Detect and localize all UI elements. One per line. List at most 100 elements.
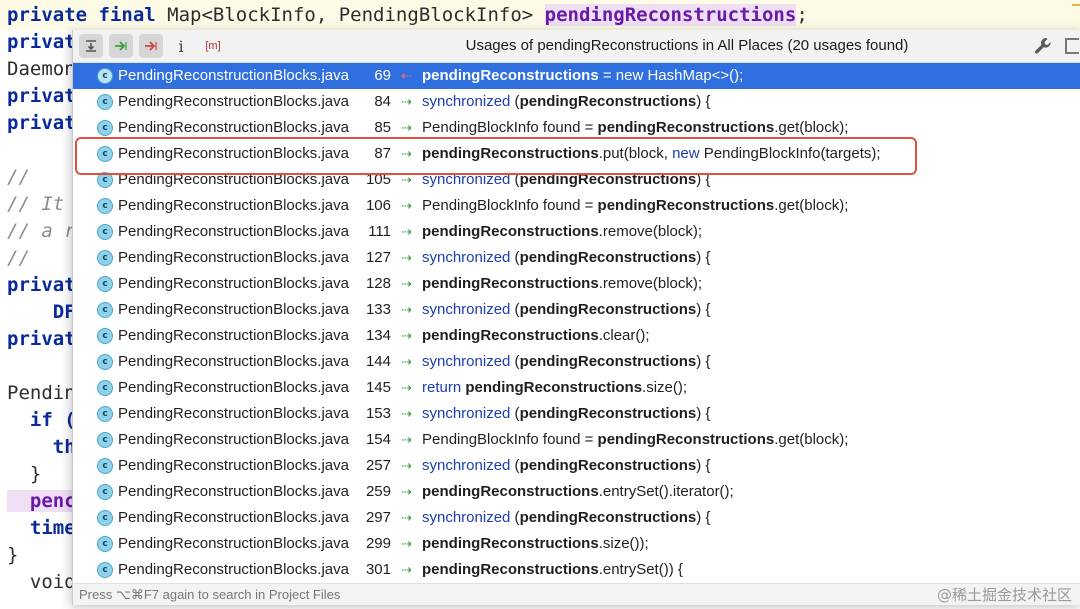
code-line: time [7,515,76,542]
code-token: pendingReconstructions [519,405,697,422]
usage-row[interactable]: c PendingReconstructionBlocks.java 87 ⇢ pend… [73,141,1080,167]
usage-row[interactable]: c PendingReconstructionBlocks.java 259 ⇢ pen… [73,479,1080,505]
code-token: pendingReconstructions [422,327,599,344]
usage-line-number: 301 [365,561,391,578]
code-token: ( [510,301,520,318]
code-token: .get(block); [774,119,849,136]
code-token: Map<BlockInfo, PendingBlockInfo> [167,4,545,26]
code-token: pendingReconstructions [597,119,775,136]
code-token: synchronized [422,457,511,474]
class-icon: c [97,536,113,552]
usage-file-name: PendingReconstructionBlocks.java [118,197,349,214]
usage-file-name: PendingReconstructionBlocks.java [118,561,349,578]
usage-row[interactable]: c PendingReconstructionBlocks.java 145 ⇢ ret… [73,375,1080,401]
code-token: synchronized [422,93,511,110]
code-token: ( [510,93,520,110]
code-token: .remove(block); [598,275,703,292]
usage-code-snippet: pendingReconstructions.entrySet()) { [422,557,683,583]
usage-row[interactable]: c PendingReconstructionBlocks.java 153 ⇢ syn… [73,401,1080,427]
pin-icon[interactable] [1065,38,1079,54]
code-token: ) { [696,457,711,474]
code-token: } [7,544,19,566]
code-token: synchronized [422,405,511,422]
class-icon: c [97,510,113,526]
usage-line-number: 133 [365,301,391,318]
usage-file-name: PendingReconstructionBlocks.java [118,405,349,422]
class-icon: c [97,146,113,162]
popup-title: Usages of pendingReconstructions in All … [465,37,909,54]
class-icon: c [97,224,113,240]
usage-row[interactable]: c PendingReconstructionBlocks.java 144 ⇢ syn… [73,349,1080,375]
code-line: DF [7,299,76,326]
usage-row[interactable]: c PendingReconstructionBlocks.java 299 ⇢ pen… [73,531,1080,557]
usage-file-name: PendingReconstructionBlocks.java [118,301,349,318]
usage-file-name: PendingReconstructionBlocks.java [118,457,349,474]
code-line: if ( [7,407,76,434]
usage-code-snippet: pendingReconstructions.size()); [422,531,649,557]
read-access-icon: ⇢ [401,458,412,473]
read-access-icon: ⇢ [401,120,412,135]
code-token: return [422,379,462,396]
usage-row[interactable]: c PendingReconstructionBlocks.java 154 ⇢ Pen… [73,427,1080,453]
class-icon: c [97,328,113,344]
code-token: ) { [696,353,711,370]
usage-row[interactable]: c PendingReconstructionBlocks.java 111 ⇢ pen… [73,219,1080,245]
read-access-icon: ⇢ [401,432,412,447]
usage-code-snippet: pendingReconstructions.entrySet().iterat… [422,479,734,505]
usage-row[interactable]: c PendingReconstructionBlocks.java 297 ⇢ syn… [73,505,1080,531]
code-token: private final [7,4,168,26]
usage-line-number: 105 [365,171,391,188]
usage-file-name: PendingReconstructionBlocks.java [118,431,349,448]
code-token: ( [510,171,520,188]
usage-code-snippet: synchronized (pendingReconstructions) { [422,167,710,193]
usage-code-snippet: synchronized (pendingReconstructions) { [422,401,710,427]
code-token: pendingReconstructions [519,509,697,526]
usage-row[interactable]: c PendingReconstructionBlocks.java 69 ⇠ pend… [73,63,1080,89]
code-line: Daemon [7,56,76,83]
usage-row[interactable]: c PendingReconstructionBlocks.java 127 ⇢ syn… [73,245,1080,271]
code-line: // a r [7,218,76,245]
usage-row[interactable]: c PendingReconstructionBlocks.java 84 ⇢ sync… [73,89,1080,115]
usage-row[interactable]: c PendingReconstructionBlocks.java 134 ⇢ pen… [73,323,1080,349]
class-icon: c [97,94,113,110]
code-line: privat [7,326,76,353]
class-icon: c [97,302,113,318]
code-line: privat [7,83,76,110]
usage-code-snippet: PendingBlockInfo found = pendingReconstr… [422,427,848,453]
usage-code-snippet: synchronized (pendingReconstructions) { [422,245,710,271]
code-token: ) { [696,301,711,318]
usage-row[interactable]: c PendingReconstructionBlocks.java 85 ⇢ Pend… [73,115,1080,141]
code-token: ; [796,4,808,26]
usage-line-number: 84 [374,93,391,110]
usages-list[interactable]: c PendingReconstructionBlocks.java 69 ⇠ pend… [73,63,1080,583]
find-usages-popup[interactable]: i [m] Usages of pendingReconstructions i… [72,30,1080,605]
class-icon: c [97,276,113,292]
code-line: penc [7,488,76,515]
code-token: = new HashMap<>(); [598,67,744,84]
usage-row[interactable]: c PendingReconstructionBlocks.java 105 ⇢ syn… [73,167,1080,193]
code-token: synchronized [422,249,511,266]
code-token: .remove(block); [598,223,703,240]
code-line: // [7,164,30,191]
usage-row[interactable]: c PendingReconstructionBlocks.java 133 ⇢ syn… [73,297,1080,323]
usage-row[interactable]: c PendingReconstructionBlocks.java 301 ⇢ pen… [73,557,1080,583]
usage-file-name: PendingReconstructionBlocks.java [118,327,349,344]
code-token: // [7,166,30,188]
usage-code-snippet: pendingReconstructions.remove(block); [422,219,702,245]
code-token: ( [510,353,520,370]
read-access-icon: ⇢ [401,536,412,551]
popup-toolbar: i [m] Usages of pendingReconstructions i… [73,30,1080,63]
code-token: synchronized [422,301,511,318]
usage-row[interactable]: c PendingReconstructionBlocks.java 106 ⇢ Pen… [73,193,1080,219]
usage-row[interactable]: c PendingReconstructionBlocks.java 257 ⇢ syn… [73,453,1080,479]
usage-code-snippet: synchronized (pendingReconstructions) { [422,297,710,323]
class-icon: c [97,406,113,422]
read-access-icon: ⇢ [401,510,412,525]
code-token: // a r [7,220,76,242]
code-line: // [7,245,30,272]
read-access-icon: ⇢ [401,302,412,317]
code-token: ( [510,249,520,266]
usage-row[interactable]: c PendingReconstructionBlocks.java 128 ⇢ pen… [73,271,1080,297]
usage-line-number: 106 [365,197,391,214]
wrench-icon[interactable] [1033,36,1053,56]
